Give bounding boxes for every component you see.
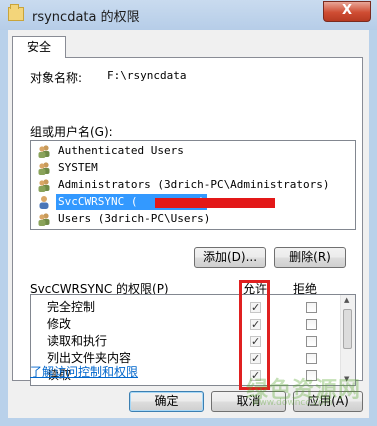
title-bar: rsyncdata 的权限 X [0,0,377,30]
window-title: rsyncdata 的权限 [32,10,140,25]
add-button[interactable]: 添加(D)... [194,247,266,268]
deny-checkbox[interactable] [306,353,317,364]
list-item-selected[interactable]: SvcCWRSYNC () [33,194,353,210]
object-name-value: F:\rsyncdata [107,69,187,82]
permission-row: 修改 [31,316,341,333]
learn-access-control-link[interactable]: 了解访问控制和权限 [30,363,138,380]
users-icon [38,162,50,175]
deny-checkbox[interactable] [306,302,317,313]
permission-name: 修改 [47,317,72,331]
permission-row: 完全控制 [31,299,341,316]
list-item-label: Users (3drich-PC\Users) [58,212,211,225]
remove-button[interactable]: 删除(R) [274,247,346,268]
close-button[interactable]: X [323,1,371,22]
list-item-label: SYSTEM [58,161,98,174]
groups-label: 组或用户名(G): [30,125,113,139]
users-icon [38,179,50,192]
list-item[interactable]: Administrators (3drich-PC\Administrators… [33,177,353,193]
users-icon [38,213,50,226]
object-name-label: 对象名称: [30,71,83,85]
list-item-label: Authenticated Users [58,144,184,157]
ok-button[interactable]: 确定 [129,391,204,412]
deny-checkbox[interactable] [306,319,317,330]
deny-checkbox[interactable] [306,336,317,347]
tab-security[interactable]: 安全 [12,36,66,58]
list-item[interactable]: Authenticated Users [33,143,353,159]
watermark-url: www.downcc.com [252,398,333,408]
permission-name: 完全控制 [47,300,96,314]
list-item-label: Administrators (3drich-PC\Administrators… [58,178,330,191]
user-icon [39,196,49,209]
scroll-up-arrow-icon[interactable]: ▲ [344,296,349,304]
permission-name: 读取和执行 [47,334,108,348]
list-item[interactable]: Users (3drich-PC\Users) [33,211,353,227]
scroll-thumb[interactable] [343,309,352,349]
dialog-client: 安全 对象名称: F:\rsyncdata 组或用户名(G): Authenti… [8,30,369,418]
groups-listbox[interactable]: Authenticated Users SYSTEM Administrator… [30,140,356,230]
redaction-bar [155,198,275,208]
permission-row: 读取和执行 [31,333,341,350]
folder-icon [8,4,24,21]
users-icon [38,145,50,158]
list-item[interactable]: SYSTEM [33,160,353,176]
